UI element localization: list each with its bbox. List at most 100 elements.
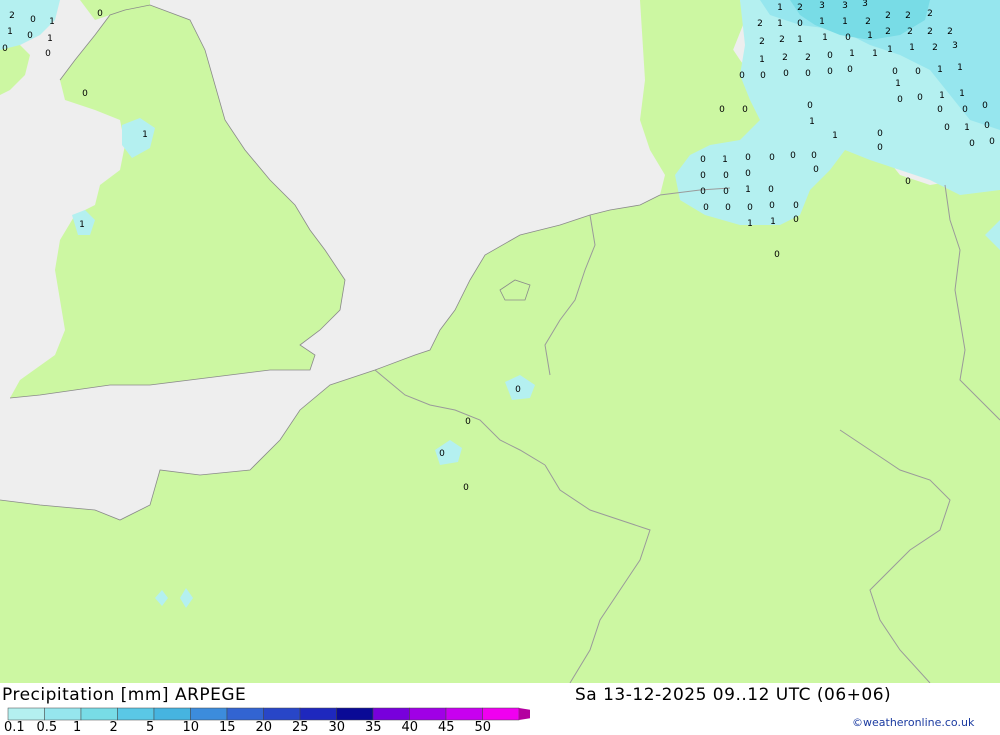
precip-value-label: 3	[952, 41, 958, 51]
precip-value-label: 0	[805, 69, 811, 79]
precip-value-label: 0	[82, 89, 88, 99]
precip-value-label: 1	[849, 49, 855, 59]
precip-value-label: 1	[770, 217, 776, 227]
precipitation-map: 2 0 11 0 10 000111 2 3 3 32 2 22 1 0 1 1 22 2 2 22 2 1 1 0 11 1 2 3…	[0, 0, 1000, 683]
scale-swatch	[482, 707, 520, 721]
precip-value-label: 0	[827, 51, 833, 61]
precip-value-label: 0	[915, 67, 921, 77]
precip-value-label: 0	[769, 201, 775, 211]
precip-value-label: 0	[897, 95, 903, 105]
precip-value-label: 2	[947, 27, 953, 37]
precip-value-label: 1	[142, 130, 148, 140]
precip-value-label: 1	[47, 34, 53, 44]
precip-value-label: 0	[944, 123, 950, 133]
precip-value-label: 1	[819, 17, 825, 27]
precip-value-label: 0	[27, 31, 33, 41]
precip-value-label: 0	[700, 155, 706, 165]
precip-value-label: 0	[742, 105, 748, 115]
precip-value-label: 0	[739, 71, 745, 81]
precip-value-label: 2	[797, 3, 803, 13]
precip-value-label: 1	[49, 17, 55, 27]
scale-arrow	[519, 708, 530, 720]
precip-value-label: 1	[842, 17, 848, 27]
precip-value-label: 0	[827, 67, 833, 77]
precip-value-label: 0	[515, 385, 521, 395]
scale-swatch	[44, 707, 82, 721]
scale-swatch	[190, 707, 228, 721]
precip-value-label: 2	[905, 11, 911, 21]
precip-value-label: 2	[932, 43, 938, 53]
precip-value-label: 0	[877, 129, 883, 139]
precip-value-label: 0	[769, 153, 775, 163]
scale-swatch	[153, 707, 191, 721]
precip-value-label: 1	[959, 89, 965, 99]
precip-value-label: 0	[962, 105, 968, 115]
precip-value-label: 2	[9, 11, 15, 21]
precip-value-label: 3	[819, 1, 825, 11]
precip-value-label: 2	[779, 35, 785, 45]
precip-value-label: 0	[700, 187, 706, 197]
precip-value-label: 0	[793, 201, 799, 211]
precip-value-label: 0	[745, 169, 751, 179]
precip-value-label: 1	[747, 219, 753, 229]
scale-swatch	[299, 707, 337, 721]
scale-swatch	[372, 707, 410, 721]
precip-value-label: 1	[895, 79, 901, 89]
precip-value-label: 0	[811, 151, 817, 161]
precip-value-label: 0	[797, 19, 803, 29]
precip-value-label: 2	[865, 17, 871, 27]
precip-value-label: 1	[822, 33, 828, 43]
precip-value-label: 0	[847, 65, 853, 75]
scale-swatch	[80, 707, 118, 721]
precip-value-label: 0	[982, 101, 988, 111]
precip-value-label: 1	[964, 123, 970, 133]
scale-swatch	[226, 707, 264, 721]
precip-value-label: 0	[793, 215, 799, 225]
precip-value-label: 0	[917, 93, 923, 103]
precip-value-label: 2	[759, 37, 765, 47]
precip-value-label: 0	[845, 33, 851, 43]
precipitation-scale	[7, 707, 530, 721]
precip-value-label: 1	[832, 131, 838, 141]
scale-swatch	[7, 707, 45, 721]
precip-value-label: 0	[813, 165, 819, 175]
precip-value-label: 2	[927, 27, 933, 37]
precip-value-label: 0	[719, 105, 725, 115]
precip-value-label: 0	[807, 101, 813, 111]
precip-value-label: 1	[79, 220, 85, 230]
precip-value-label: 1	[722, 155, 728, 165]
scale-swatch	[263, 707, 301, 721]
precip-value-label: 3	[842, 1, 848, 11]
credit-link[interactable]: ©weatheronline.co.uk	[852, 716, 974, 729]
precip-value-label: 0	[989, 137, 995, 147]
precip-value-label: 1	[759, 55, 765, 65]
precip-value-label: 0	[984, 121, 990, 131]
scale-swatch	[117, 707, 155, 721]
precip-value-label: 0	[703, 203, 709, 213]
precip-value-label: 2	[907, 27, 913, 37]
precip-value-label: 2	[885, 11, 891, 21]
precip-value-label: 1	[777, 3, 783, 13]
precip-value-label: 1	[939, 91, 945, 101]
precip-value-label: 0	[2, 44, 8, 54]
precip-value-label: 0	[463, 483, 469, 493]
precip-value-label: 1	[797, 35, 803, 45]
map-title: Precipitation [mm] ARPEGE	[2, 685, 247, 705]
precip-value-label: 0	[439, 449, 445, 459]
precip-value-label: 1	[777, 19, 783, 29]
precip-value-label: 0	[768, 185, 774, 195]
scale-swatch	[409, 707, 447, 721]
precip-value-label: 1	[909, 43, 915, 53]
precip-value-label: 1	[937, 65, 943, 75]
precip-value-label: 2	[757, 19, 763, 29]
precip-value-label: 1	[957, 63, 963, 73]
precip-value-label: 0	[937, 105, 943, 115]
precip-value-label: 0	[774, 250, 780, 260]
precip-value-label: 0	[465, 417, 471, 427]
precip-value-label: 0	[30, 15, 36, 25]
scale-swatch	[336, 707, 374, 721]
precip-value-label: 1	[887, 45, 893, 55]
precip-value-label: 0	[723, 171, 729, 181]
precip-value-label: 0	[725, 203, 731, 213]
precip-value-label: 1	[809, 117, 815, 127]
